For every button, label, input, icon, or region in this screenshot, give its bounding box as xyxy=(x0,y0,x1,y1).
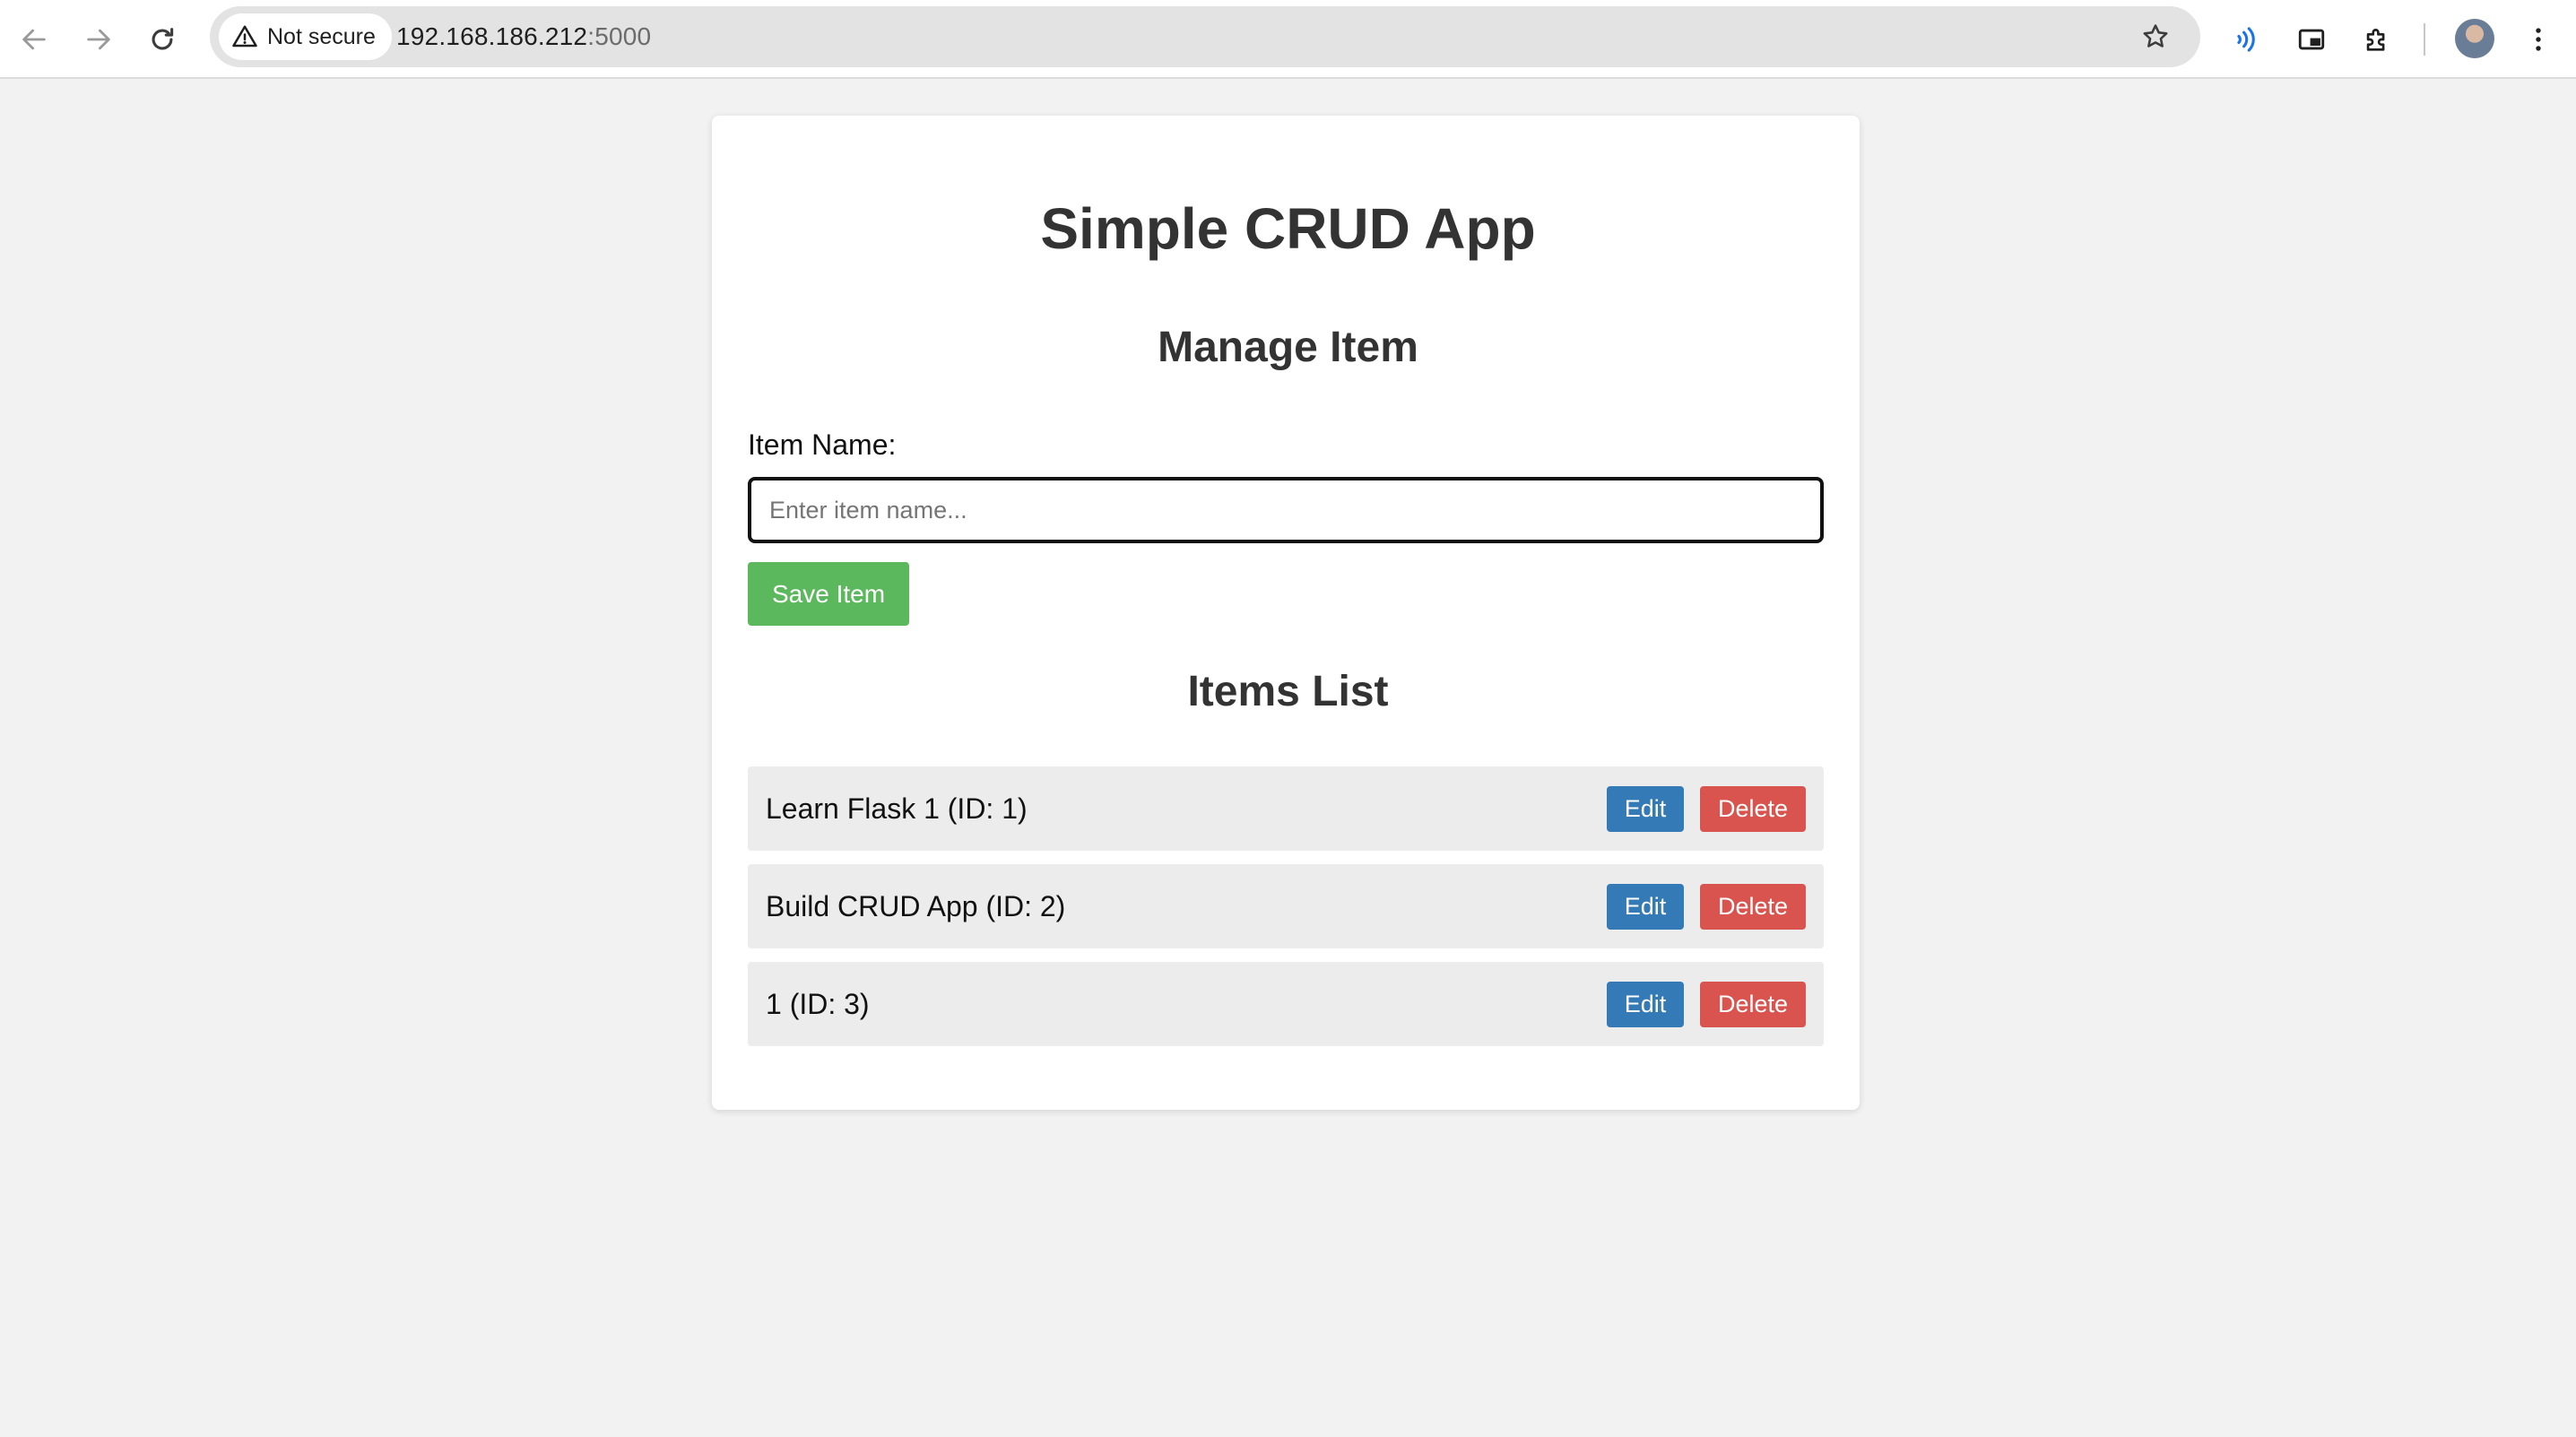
toolbar-divider xyxy=(2424,23,2425,56)
item-name-label: Item Name: xyxy=(748,429,897,461)
url-host: 192.168.186.212 xyxy=(396,22,588,50)
profile-avatar[interactable] xyxy=(2455,19,2494,58)
picture-in-picture-button[interactable] xyxy=(2288,16,2335,63)
bookmark-button[interactable] xyxy=(2136,17,2175,56)
delete-button[interactable]: Delete xyxy=(1700,884,1806,930)
list-item: 1 (ID: 3) Edit Delete xyxy=(748,962,1824,1046)
list-item: Build CRUD App (ID: 2) Edit Delete xyxy=(748,864,1824,948)
read-aloud-button[interactable] xyxy=(2222,16,2268,63)
forward-button[interactable] xyxy=(75,16,122,63)
forward-arrow-icon xyxy=(87,29,110,50)
back-arrow-icon xyxy=(22,29,46,50)
security-label: Not secure xyxy=(267,23,376,49)
delete-button[interactable]: Delete xyxy=(1700,786,1806,832)
picture-in-picture-icon xyxy=(2298,29,2325,50)
items-list-heading: Items List xyxy=(1187,668,1389,715)
delete-button[interactable]: Delete xyxy=(1700,982,1806,1027)
url-port: :5000 xyxy=(587,22,652,50)
read-aloud-icon xyxy=(2237,27,2255,52)
page-title: Simple CRUD App xyxy=(1040,196,1536,261)
address-bar[interactable]: Not secure 192.168.186.212:5000 xyxy=(210,6,2200,67)
browser-menu-button[interactable] xyxy=(2515,16,2562,63)
reload-button[interactable] xyxy=(139,16,186,63)
list-item: Learn Flask 1 (ID: 1) Edit Delete xyxy=(748,766,1824,851)
manage-item-heading: Manage Item xyxy=(1158,324,1418,371)
reload-icon xyxy=(152,28,174,50)
puzzle-icon xyxy=(2366,29,2385,51)
item-name-input[interactable] xyxy=(748,477,1824,543)
edit-button[interactable]: Edit xyxy=(1607,884,1684,930)
star-icon xyxy=(2143,24,2168,48)
back-button[interactable] xyxy=(11,16,57,63)
security-indicator[interactable]: Not secure xyxy=(219,13,392,60)
item-text: Learn Flask 1 (ID: 1) xyxy=(766,792,1028,825)
url-text[interactable]: 192.168.186.212:5000 xyxy=(396,6,651,67)
browser-toolbar: Not secure 192.168.186.212:5000 xyxy=(0,0,2576,79)
edit-button[interactable]: Edit xyxy=(1607,982,1684,1027)
item-text: Build CRUD App (ID: 2) xyxy=(766,889,1066,922)
save-item-button[interactable]: Save Item xyxy=(748,562,909,626)
item-text: 1 (ID: 3) xyxy=(766,987,870,1020)
extensions-button[interactable] xyxy=(2354,16,2400,63)
warning-triangle-icon xyxy=(232,25,257,48)
kebab-menu-icon xyxy=(2536,28,2541,51)
edit-button[interactable]: Edit xyxy=(1607,786,1684,832)
